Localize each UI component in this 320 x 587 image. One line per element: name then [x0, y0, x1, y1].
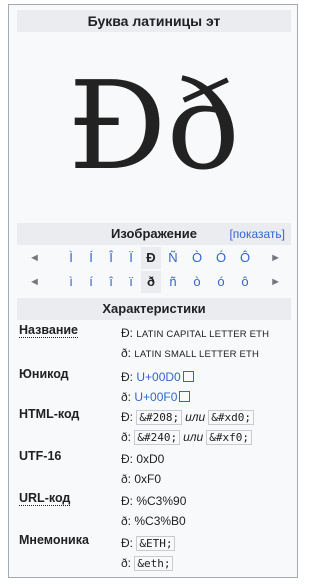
char-lower: ð:	[121, 472, 132, 486]
label-unicode: Юникод	[19, 367, 69, 381]
nav-char[interactable]: Ô	[233, 247, 257, 269]
label-url[interactable]: URL-код	[19, 491, 71, 506]
prev-arrow-icon[interactable]: ◄	[29, 247, 40, 269]
infobox: Буква латиницы эт Ðð Изображение [показа…	[8, 4, 298, 578]
char-upper: Ð:	[121, 370, 133, 384]
url-lower-value: %C3%B0	[134, 514, 186, 528]
characteristics-title: Характеристики	[102, 301, 206, 316]
nav-char-current: Ð	[141, 247, 161, 269]
value-unicode: Ð: U+00D0 ð: U+00F0	[121, 367, 291, 407]
char-upper: Ð:	[121, 410, 133, 424]
prev-arrow-icon[interactable]: ◄	[29, 271, 40, 293]
char-upper: Ð:	[121, 536, 133, 550]
value-utf16: Ð: 0xD0 ð: 0xF0	[121, 449, 291, 489]
nav-char[interactable]: ì	[61, 271, 81, 293]
name-upper-value: LATIN CAPITAL LETTER ETH	[136, 329, 270, 340]
html-lower-hex: &#xf0;	[206, 430, 252, 445]
unicode-lower-link[interactable]: U+00F0	[134, 390, 177, 404]
label-html: HTML-код	[19, 407, 80, 421]
nav-char[interactable]: Ó	[209, 247, 233, 269]
glyph-image: Ðð	[68, 55, 240, 197]
value-url: Ð: %C3%90 ð: %C3%B0	[121, 491, 291, 531]
nav-char[interactable]: î	[101, 271, 121, 293]
url-upper-value: %C3%90	[136, 494, 187, 508]
nav-char[interactable]: ñ	[161, 271, 185, 293]
char-lower: ð:	[121, 514, 132, 528]
char-lower: ð:	[121, 346, 132, 360]
nav-char[interactable]: ï	[121, 271, 141, 293]
utf16-lower-value: 0xF0	[134, 472, 162, 486]
html-upper-dec: &#208;	[136, 410, 183, 425]
nav-row-upper: ◄ Ì Í Î Ï Ð Ñ Ò Ó Ô ►	[17, 247, 291, 269]
html-lower-dec: &#240;	[134, 430, 181, 445]
value-mnemonic: Ð: &ETH; ð: &eth;	[121, 533, 291, 573]
utf16-upper-value: 0xD0	[136, 452, 165, 466]
mnemonic-upper-value: &ETH;	[136, 536, 176, 551]
or-text: или	[185, 410, 206, 424]
char-lower: ð:	[121, 556, 132, 570]
next-arrow-icon[interactable]: ►	[270, 247, 281, 269]
char-upper: Ð:	[121, 494, 133, 508]
char-upper: Ð:	[121, 452, 133, 466]
char-upper: Ð:	[121, 326, 133, 340]
nav-cells-lower: ì í î ï ð ñ ò ó ô	[61, 271, 257, 293]
nav-char[interactable]: ô	[233, 271, 257, 293]
nav-char[interactable]: ò	[185, 271, 209, 293]
name-lower-value: LATIN SMALL LETTER ETH	[134, 349, 260, 360]
char-lower: ð:	[121, 430, 132, 444]
infobox-title: Буква латиницы эт	[17, 10, 291, 32]
next-arrow-icon[interactable]: ►	[270, 271, 281, 293]
external-link-icon	[179, 391, 191, 402]
label-mnemonic: Мнемоника	[19, 533, 89, 547]
value-html: Ð: &#208; или &#xd0; ð: &#240; или &#xf0;	[121, 407, 291, 447]
nav-char[interactable]: Î	[101, 247, 121, 269]
external-link-icon	[182, 371, 194, 382]
nav-char[interactable]: Ñ	[161, 247, 185, 269]
unicode-upper-link[interactable]: U+00D0	[136, 370, 180, 384]
label-name[interactable]: Название	[19, 323, 79, 338]
nav-char[interactable]: Ò	[185, 247, 209, 269]
value-name: Ð: LATIN CAPITAL LETTER ETH ð: LATIN SMA…	[121, 323, 291, 363]
nav-char[interactable]: Ï	[121, 247, 141, 269]
nav-char[interactable]: ó	[209, 271, 233, 293]
nav-char[interactable]: Ì	[61, 247, 81, 269]
or-text: или	[183, 430, 204, 444]
mnemonic-lower-value: &eth;	[134, 556, 174, 571]
char-lower: ð:	[121, 390, 132, 404]
nav-char[interactable]: Í	[81, 247, 101, 269]
show-link[interactable]: [показать]	[229, 223, 285, 245]
nav-cells-upper: Ì Í Î Ï Ð Ñ Ò Ó Ô	[61, 247, 257, 269]
nav-row-lower: ◄ ì í î ï ð ñ ò ó ô ►	[17, 271, 291, 293]
nav-char[interactable]: í	[81, 271, 101, 293]
html-upper-hex: &#xd0;	[208, 410, 254, 425]
characteristics-header: Характеристики	[17, 298, 291, 320]
nav-char-current: ð	[141, 271, 161, 293]
image-section-header: Изображение [показать]	[17, 223, 291, 245]
label-utf16: UTF-16	[19, 449, 62, 463]
